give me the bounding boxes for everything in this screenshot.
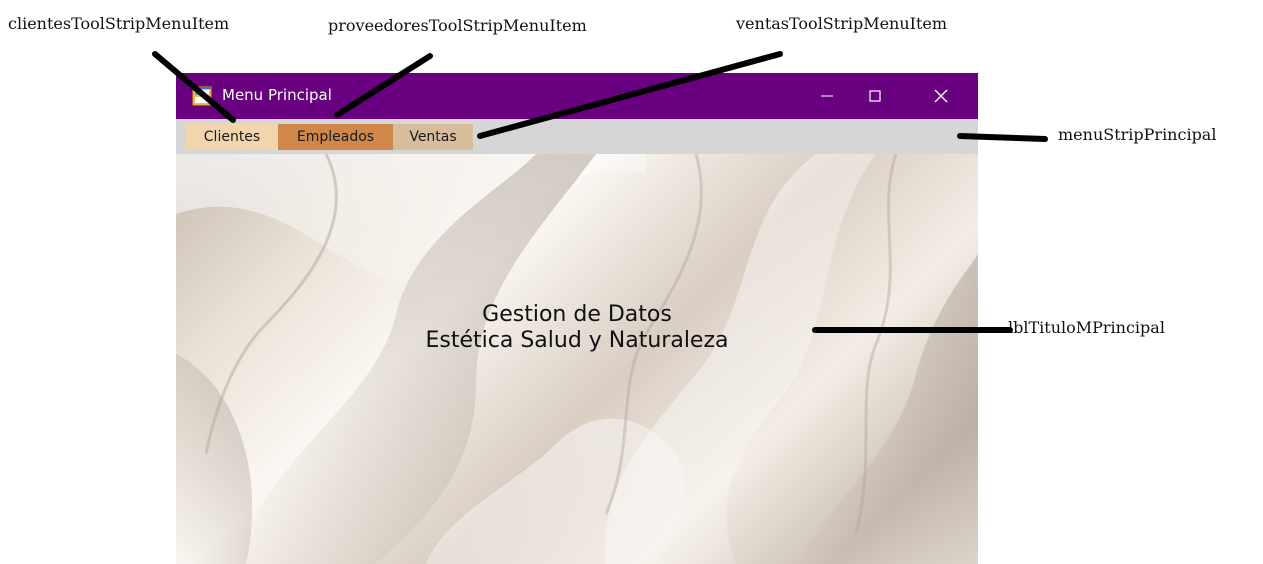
- pointer-line-menustrip: [957, 133, 1048, 142]
- pointer-line-proveedores: [334, 53, 433, 118]
- annotation-pointers: [152, 51, 1048, 333]
- pointer-line-ventas: [477, 51, 783, 139]
- pointer-line-clientes: [152, 51, 236, 123]
